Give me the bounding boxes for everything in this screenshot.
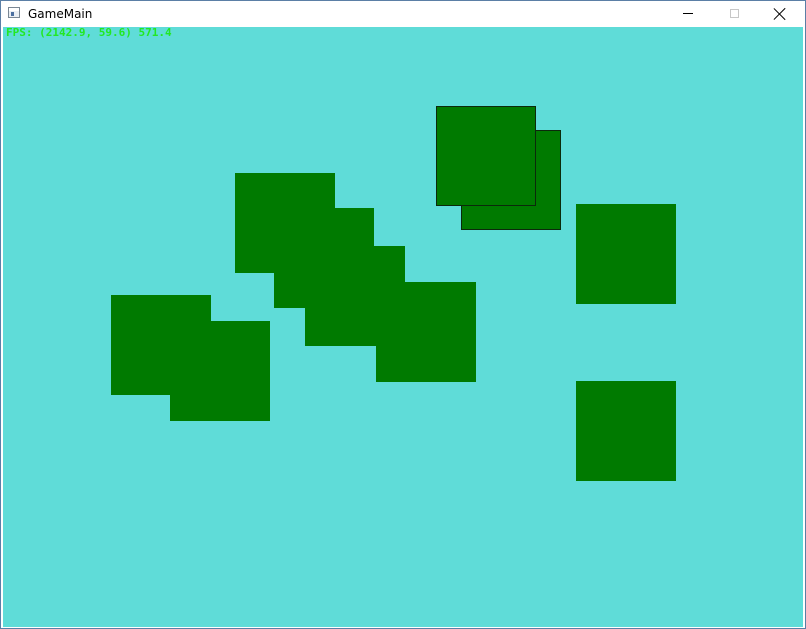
close-button[interactable] (757, 1, 803, 26)
green-square (436, 106, 536, 206)
title-bar[interactable]: GameMain (1, 1, 805, 26)
minimize-icon (683, 13, 693, 14)
green-square (376, 282, 476, 382)
game-window: GameMain FPS: (2142.9, 59.6) 571.4 (0, 0, 806, 629)
green-square (576, 381, 676, 481)
fps-counter: FPS: (2142.9, 59.6) 571.4 (6, 27, 172, 39)
green-square (576, 204, 676, 304)
window-title: GameMain (28, 7, 93, 21)
green-square (170, 321, 270, 421)
game-canvas[interactable]: FPS: (2142.9, 59.6) 571.4 (3, 27, 803, 627)
application-window-icon[interactable] (8, 7, 20, 18)
maximize-icon (729, 9, 739, 18)
minimize-button[interactable] (665, 1, 711, 26)
close-icon (774, 8, 786, 20)
maximize-button[interactable] (711, 1, 757, 26)
